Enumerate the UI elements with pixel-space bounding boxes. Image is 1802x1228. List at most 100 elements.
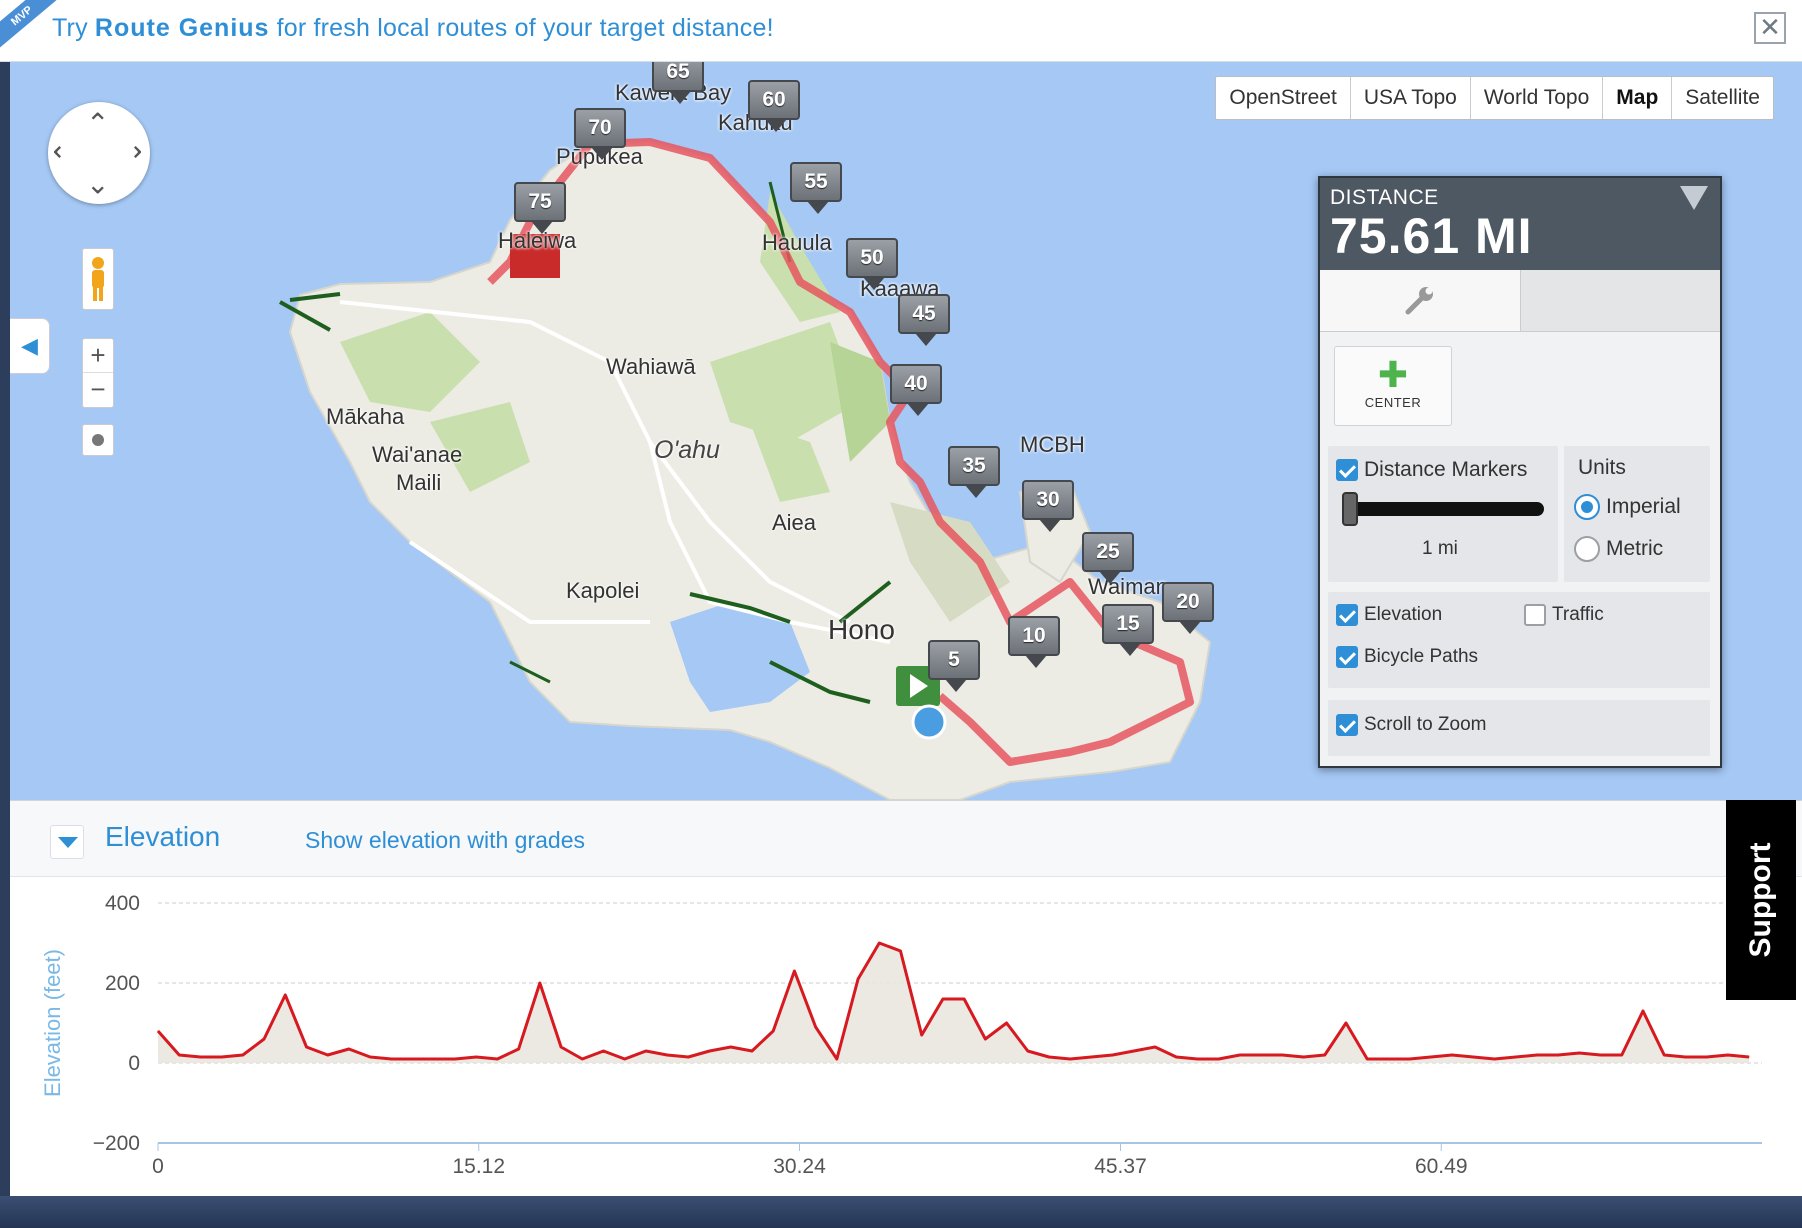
distance-marker[interactable]: 50 [846, 238, 898, 290]
distance-marker[interactable]: 40 [890, 364, 942, 416]
elevation-point [666, 1054, 668, 1056]
scroll-zoom-label: Scroll to Zoom [1364, 714, 1487, 735]
distance-marker[interactable]: 30 [1022, 480, 1074, 532]
metric-label: Metric [1606, 537, 1664, 560]
elevation-option-label: Elevation [1364, 604, 1443, 625]
layer-map-button[interactable]: Map [1603, 77, 1673, 119]
elevation-point [1409, 1058, 1411, 1060]
elevation-point [433, 1058, 435, 1060]
layer-world-topo-button[interactable]: World Topo [1471, 77, 1604, 119]
slider-handle[interactable] [1342, 492, 1358, 526]
elevation-point [305, 1046, 307, 1048]
elevation-point [815, 1026, 817, 1028]
elevation-point [1621, 1054, 1623, 1056]
traffic-toggle[interactable]: Traffic [1524, 604, 1604, 626]
place-label: Hauula [762, 230, 832, 255]
distance-marker[interactable]: 35 [948, 446, 1000, 498]
distance-marker[interactable]: 60 [748, 80, 800, 132]
layer-openstreet-button[interactable]: OpenStreet [1216, 77, 1351, 119]
distance-marker[interactable]: 10 [1008, 616, 1060, 668]
layer-satellite-button[interactable]: Satellite [1672, 77, 1773, 119]
promo-suffix: for fresh local routes of your target di… [269, 14, 774, 42]
zoom-in-button[interactable]: + [83, 339, 113, 373]
distance-marker[interactable]: 25 [1082, 532, 1134, 584]
pan-up-icon[interactable]: ⌃ [86, 110, 109, 138]
pan-control[interactable]: ⌃ ⌃ ⌃ ⌃ [48, 102, 150, 204]
elevation-point [199, 1056, 201, 1058]
elevation-point [1451, 1054, 1453, 1056]
place-label: Kapolei [566, 578, 640, 603]
unit-metric-radio[interactable]: Metric [1574, 536, 1663, 562]
elevation-point [1748, 1056, 1750, 1058]
elevation-point [1260, 1054, 1262, 1056]
panel-tabs [1320, 270, 1720, 332]
tab-settings[interactable] [1320, 270, 1520, 331]
overlay-options-box: Elevation Traffic Bicycle Paths [1328, 592, 1710, 688]
elevation-point [751, 1050, 753, 1052]
distance-marker[interactable]: 45 [898, 294, 950, 346]
collapse-caret-icon[interactable] [50, 825, 84, 859]
layer-usa-topo-button[interactable]: USA Topo [1351, 77, 1471, 119]
radio-icon [1574, 494, 1600, 520]
elevation-point [1196, 1058, 1198, 1060]
elevation-point [857, 978, 859, 980]
elevation-point [1027, 1050, 1029, 1052]
tab-other[interactable] [1519, 270, 1720, 331]
sidebar-toggle-icon[interactable]: ◀ [10, 318, 50, 374]
place-label: Aiea [772, 510, 817, 535]
elevation-point [899, 950, 901, 952]
imperial-label: Imperial [1606, 495, 1681, 518]
distance-marker[interactable]: 70 [574, 108, 626, 160]
distance-marker[interactable]: 5 [928, 640, 980, 692]
elevation-point [518, 1048, 520, 1050]
scroll-zoom-box: Scroll to Zoom [1328, 700, 1710, 756]
elevation-toggle[interactable]: Elevation [1336, 604, 1442, 626]
support-tab[interactable]: Support [1726, 800, 1796, 1000]
support-label: Support [1744, 842, 1777, 958]
marker-interval-slider[interactable] [1348, 502, 1544, 516]
checkbox-icon [1524, 604, 1546, 626]
distance-label: DISTANCE [1330, 186, 1439, 209]
distance-markers-toggle[interactable]: Distance Markers [1336, 458, 1527, 482]
pan-left-icon[interactable]: ⌃ [50, 140, 81, 163]
center-label: CENTER [1364, 395, 1422, 410]
y-tick-label: 400 [105, 892, 140, 915]
elevation-point [1493, 1058, 1495, 1060]
checkbox-icon [1336, 459, 1358, 482]
elevation-point [221, 1056, 223, 1058]
pan-down-icon[interactable]: ⌃ [86, 167, 109, 198]
traffic-label: Traffic [1552, 604, 1604, 625]
marker-interval-value: 1 mi [1422, 538, 1458, 559]
distance-marker[interactable]: 75 [514, 182, 566, 234]
elevation-point [178, 1054, 180, 1056]
elevation-point [1303, 1056, 1305, 1058]
elevation-point [1218, 1058, 1220, 1060]
elevation-point [263, 1038, 265, 1040]
distance-marker[interactable]: 15 [1102, 604, 1154, 656]
elevation-chart: 400 200 0 −200 0 15.12 30.24 45.37 60.49 Elevatio… [40, 892, 1762, 1178]
promo-prefix: Try [52, 14, 95, 42]
bicycle-paths-toggle[interactable]: Bicycle Paths [1336, 646, 1478, 668]
elevation-point [1069, 1058, 1071, 1060]
center-button[interactable]: ✚ CENTER [1334, 346, 1452, 426]
distance-marker[interactable]: 65 [652, 62, 704, 104]
elevation-point [1281, 1054, 1283, 1056]
elevation-header: Elevation Show elevation with grades [10, 801, 1802, 877]
distance-marker[interactable]: 55 [790, 162, 842, 214]
street-view-icon[interactable] [82, 248, 114, 310]
zoom-out-button[interactable]: − [83, 373, 113, 407]
elevation-point [1472, 1056, 1474, 1058]
collapse-triangle-icon[interactable] [1680, 186, 1708, 210]
distance-marker[interactable]: 20 [1162, 582, 1214, 634]
close-icon[interactable]: ✕ [1754, 12, 1786, 44]
y-tick-label: 200 [105, 972, 140, 995]
pan-right-icon[interactable]: ⌃ [115, 140, 146, 163]
promo-text[interactable]: Try Route Genius for fresh local routes … [52, 14, 774, 43]
route-genius-link[interactable]: Route Genius [95, 14, 270, 42]
mvp-badge: MVP [0, 0, 60, 50]
scroll-zoom-toggle[interactable]: Scroll to Zoom [1336, 714, 1486, 736]
unit-imperial-radio[interactable]: Imperial [1574, 494, 1681, 520]
elevation-section: Elevation Show elevation with grades 400… [10, 800, 1802, 1196]
locate-icon[interactable] [82, 424, 114, 456]
show-grades-link[interactable]: Show elevation with grades [305, 827, 585, 854]
